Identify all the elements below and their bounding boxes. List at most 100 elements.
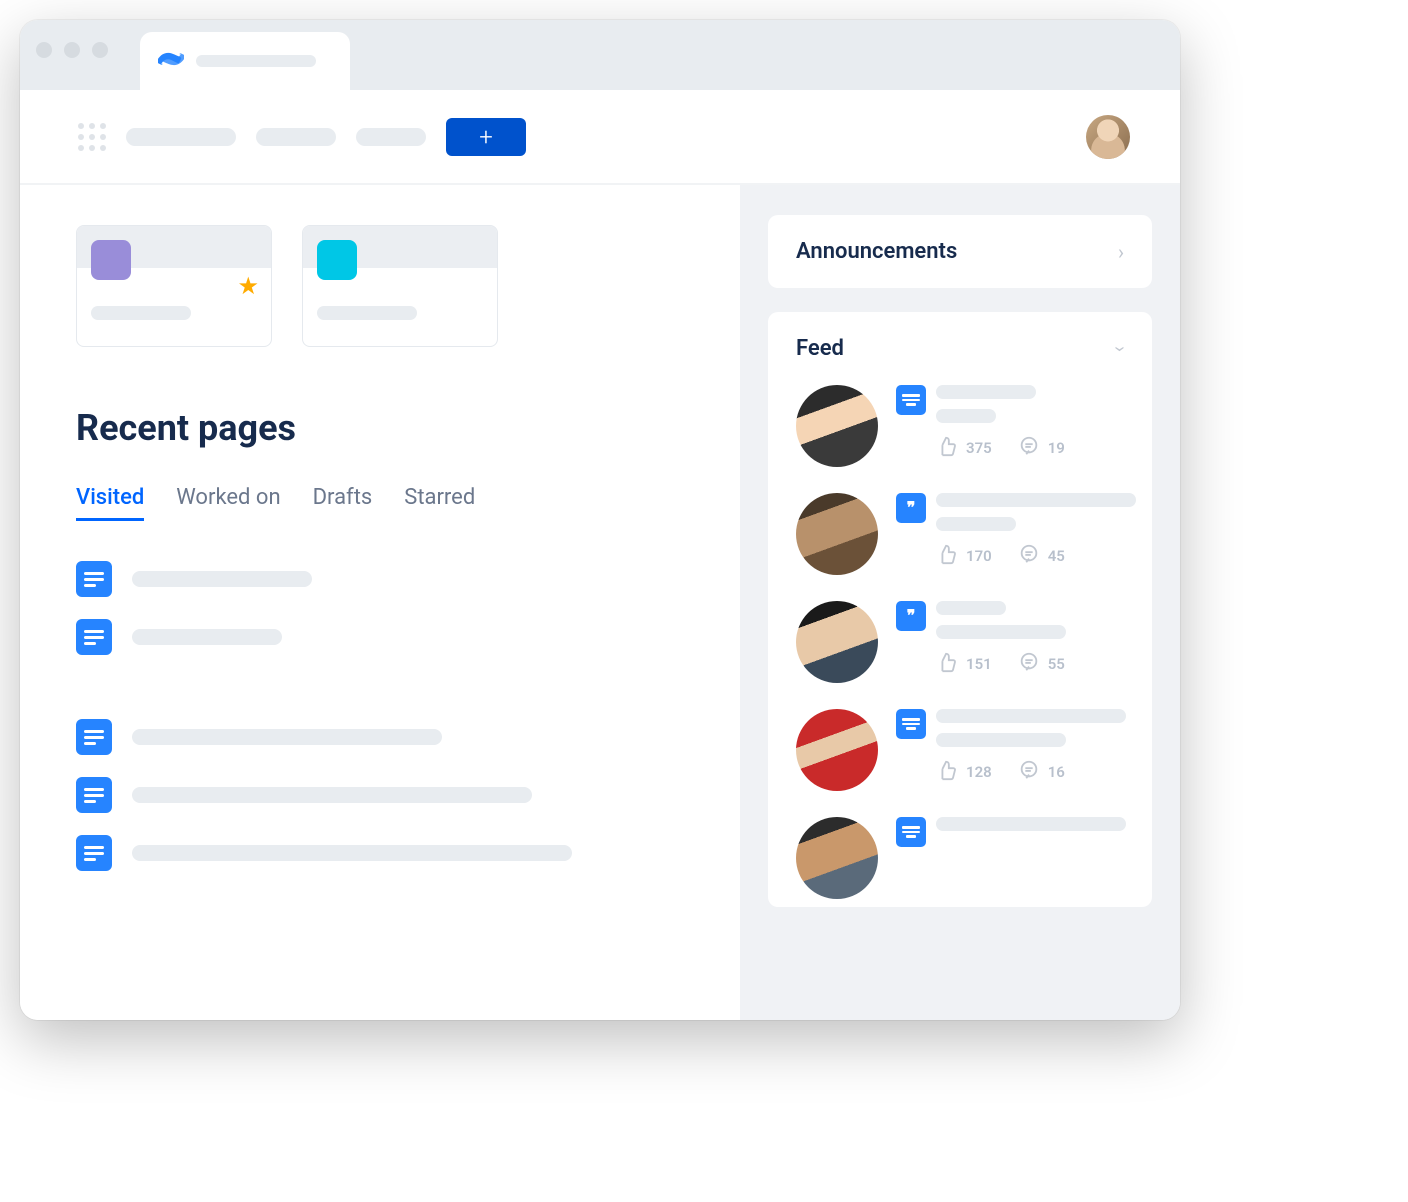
user-avatar[interactable] — [796, 493, 878, 575]
space-name-placeholder — [91, 306, 191, 320]
feed-title-placeholder — [936, 817, 1126, 831]
page-list-item[interactable] — [76, 719, 684, 755]
like-count[interactable]: 170 — [936, 543, 992, 569]
feed-item[interactable]: 128 16 — [796, 709, 1124, 791]
top-navigation: + — [20, 90, 1180, 185]
space-card[interactable]: ★ — [76, 225, 272, 347]
like-count[interactable]: 151 — [936, 651, 992, 677]
feed-item[interactable]: 375 19 — [796, 385, 1124, 467]
feed-meta: 375 19 — [896, 435, 1124, 461]
feed-meta: 128 16 — [896, 759, 1126, 785]
comment-count[interactable]: 45 — [1018, 543, 1065, 569]
close-window-icon[interactable] — [36, 42, 52, 58]
space-icon — [317, 240, 357, 280]
star-icon[interactable]: ★ — [237, 272, 259, 300]
feed-title-placeholder — [936, 385, 1036, 399]
nav-item-placeholder[interactable] — [356, 128, 426, 146]
announcements-title: Announcements — [796, 239, 957, 264]
plus-icon: + — [479, 123, 493, 151]
announcements-panel[interactable]: Announcements › — [768, 215, 1152, 288]
page-title-placeholder — [132, 629, 282, 645]
page-title-placeholder — [132, 729, 442, 745]
page-heading: Recent pages — [76, 407, 684, 449]
feed-item[interactable]: ❞ 151 55 — [796, 601, 1124, 683]
page-list-item[interactable] — [76, 777, 684, 813]
comment-icon — [1018, 759, 1040, 785]
nav-item-placeholder[interactable] — [126, 128, 236, 146]
like-count[interactable]: 375 — [936, 435, 992, 461]
thumbs-up-icon — [936, 651, 958, 677]
browser-titlebar — [20, 20, 1180, 90]
create-button[interactable]: + — [446, 118, 526, 156]
feed-excerpt-placeholder — [936, 625, 1066, 639]
feed-list: 375 19 ❞ 170 45 ❞ 151 55 128 16 — [796, 385, 1124, 899]
chevron-down-icon[interactable]: › — [1109, 345, 1133, 351]
profile-avatar[interactable] — [1086, 115, 1130, 159]
page-list-item[interactable] — [76, 835, 684, 871]
content-area: ★ Recent pages Visited Worked on Drafts Sta… — [20, 185, 1180, 1020]
thumbs-up-icon — [936, 543, 958, 569]
page-list — [76, 561, 684, 871]
like-count[interactable]: 128 — [936, 759, 992, 785]
page-icon — [896, 709, 926, 739]
feed-title-placeholder — [936, 709, 1126, 723]
page-title-placeholder — [132, 845, 572, 861]
recent-tabs: Visited Worked on Drafts Starred — [76, 485, 684, 521]
page-list-item[interactable] — [76, 561, 684, 597]
comment-icon — [1018, 651, 1040, 677]
page-icon — [76, 561, 112, 597]
feed-excerpt-placeholder — [936, 409, 996, 423]
feed-meta: 170 45 — [896, 543, 1136, 569]
app-window: + ★ Recent pages Visited Worked on Drafts S… — [20, 20, 1180, 1020]
maximize-window-icon[interactable] — [92, 42, 108, 58]
chevron-right-icon: › — [1118, 240, 1124, 264]
confluence-logo-icon — [158, 46, 184, 76]
space-name-placeholder — [317, 306, 417, 320]
user-avatar[interactable] — [796, 709, 878, 791]
feed-item[interactable]: ❞ 170 45 — [796, 493, 1124, 575]
tab-worked-on[interactable]: Worked on — [176, 485, 280, 521]
page-icon — [76, 777, 112, 813]
feed-excerpt-placeholder — [936, 517, 1016, 531]
nav-item-placeholder[interactable] — [256, 128, 336, 146]
page-icon — [76, 619, 112, 655]
space-cards-row: ★ — [76, 225, 684, 347]
tab-starred[interactable]: Starred — [404, 485, 475, 521]
thumbs-up-icon — [936, 759, 958, 785]
window-controls[interactable] — [36, 42, 108, 58]
page-title-placeholder — [132, 571, 312, 587]
user-avatar[interactable] — [796, 817, 878, 899]
feed-title-placeholder — [936, 493, 1136, 507]
page-list-item[interactable] — [76, 619, 684, 655]
browser-tab[interactable] — [140, 32, 350, 90]
space-icon — [91, 240, 131, 280]
tab-drafts[interactable]: Drafts — [313, 485, 373, 521]
tab-title-placeholder — [196, 55, 316, 67]
user-avatar[interactable] — [796, 385, 878, 467]
quote-icon: ❞ — [896, 601, 926, 631]
feed-excerpt-placeholder — [936, 733, 1066, 747]
comment-count[interactable]: 55 — [1018, 651, 1065, 677]
feed-panel: Feed › 375 19 ❞ 170 45 ❞ 151 55 — [768, 312, 1152, 907]
comment-count[interactable]: 19 — [1018, 435, 1065, 461]
user-avatar[interactable] — [796, 601, 878, 683]
feed-title-placeholder — [936, 601, 1006, 615]
page-icon — [76, 719, 112, 755]
quote-icon: ❞ — [896, 493, 926, 523]
right-sidebar: Announcements › Feed › 375 19 ❞ 170 45 — [740, 185, 1180, 1020]
feed-title: Feed — [796, 336, 844, 361]
page-icon — [896, 385, 926, 415]
page-title-placeholder — [132, 787, 532, 803]
page-icon — [76, 835, 112, 871]
feed-meta: 151 55 — [896, 651, 1124, 677]
comment-icon — [1018, 543, 1040, 569]
feed-item[interactable] — [796, 817, 1124, 899]
thumbs-up-icon — [936, 435, 958, 461]
page-icon — [896, 817, 926, 847]
app-switcher-icon[interactable] — [78, 123, 106, 151]
comment-icon — [1018, 435, 1040, 461]
comment-count[interactable]: 16 — [1018, 759, 1065, 785]
minimize-window-icon[interactable] — [64, 42, 80, 58]
tab-visited[interactable]: Visited — [76, 485, 144, 521]
space-card[interactable] — [302, 225, 498, 347]
